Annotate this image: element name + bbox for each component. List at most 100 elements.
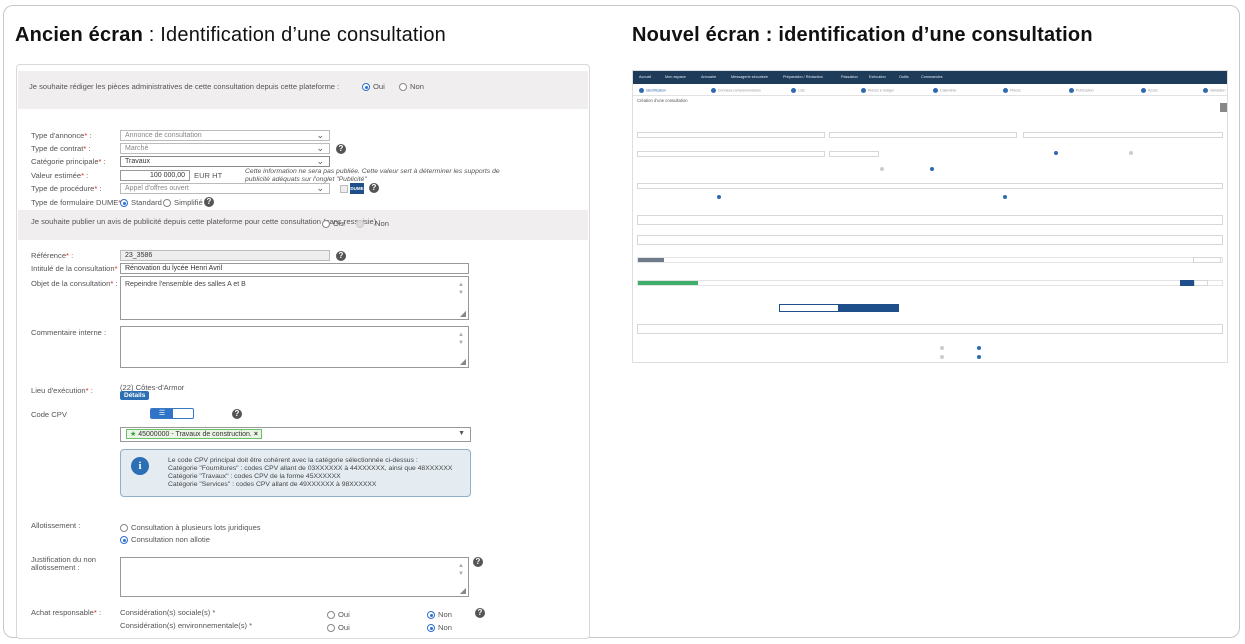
new-radio[interactable] [880,167,884,171]
help-icon[interactable]: ? [232,409,242,419]
valeur-unit: EUR HT [194,171,223,180]
new-input[interactable] [829,151,879,157]
side-collapse-icon[interactable] [1220,103,1227,112]
categorie-select[interactable]: Travaux ⌄ [120,156,330,167]
new-input[interactable] [637,151,825,157]
dropdown-triangle-icon: ▼ [458,430,465,437]
cpv-chip[interactable]: ★ 45000000 - Travaux de construction. × [126,429,262,439]
dume-checkbox[interactable] [340,185,348,193]
nav-item[interactable]: Annuaire [701,75,716,79]
new-radio[interactable] [940,346,944,350]
chevron-down-icon: ⌄ [316,143,324,153]
radio-icon [120,536,128,544]
new-select[interactable] [1023,132,1223,138]
help-icon[interactable]: ? [336,251,346,261]
scroll-arrows-icon: ▲ ▼ [458,332,464,346]
allotissement-segment[interactable] [779,304,839,312]
step-item[interactable]: Données complémentaires [711,88,761,93]
help-icon[interactable]: ? [369,183,379,193]
new-textarea[interactable] [637,235,1223,245]
step-item[interactable]: Identification [639,88,666,93]
allot-plusieurs-lots-radio[interactable]: Consultation à plusieurs lots juridiques [120,523,261,532]
formulaire-simplifie-radio[interactable]: Simplifié [163,198,203,207]
env-oui-radio[interactable]: Oui [327,623,350,632]
intitule-input[interactable]: Rénovation du lycée Henri Avril [120,263,469,274]
allot-non-allotie-radio[interactable]: Consultation non allotie [120,535,210,544]
new-radio[interactable] [977,355,981,359]
nav-item[interactable]: Accueil [639,75,651,79]
details-button[interactable]: Détails [120,391,150,400]
top-nav-bar: Accueil Mon espace Annuaire Messagerie s… [633,71,1227,84]
cpv-view-toggle[interactable]: ☰▤ [150,408,194,419]
new-radio[interactable] [940,355,944,359]
new-select[interactable] [829,132,1017,138]
procedure-select[interactable]: Appel d'offres ouvert ⌄ [120,183,330,194]
formulaire-standard-radio[interactable]: Standard [120,198,162,207]
step-item[interactable]: Pièces à rédiger [861,88,894,93]
help-icon[interactable]: ? [204,197,214,207]
new-checkbox[interactable] [717,195,721,199]
type-annonce-select[interactable]: Annonce de consultation ⌄ [120,130,330,141]
cpv-info-box: i Le code CPV principal doit être cohére… [120,449,471,497]
publicite-oui-radio[interactable]: Oui [322,219,345,228]
new-screen-panel: Accueil Mon espace Annuaire Messagerie s… [632,70,1228,363]
new-screen-heading: Nouvel écran : identification d’une cons… [632,24,1093,46]
objet-textarea[interactable]: Repeindre l'ensemble des salles A et B ▲ ▼… [120,276,469,320]
procedure-label: Type de procédure* : [31,184,102,193]
step-item[interactable]: Pièces [1003,88,1021,93]
help-icon[interactable]: ? [473,557,483,567]
new-radio[interactable] [1054,151,1058,155]
nav-item[interactable]: Mon espace [665,75,686,79]
step-item[interactable]: Validation [1203,88,1226,93]
new-select[interactable] [637,132,825,138]
cpv-info-line: Catégorie "Services" : codes CPV allant … [168,481,377,488]
old-screen-heading: Ancien écran : Identification d’une cons… [15,24,446,46]
sociale-oui-radio[interactable]: Oui [327,610,350,619]
new-select[interactable] [637,257,1223,263]
chevron-down-icon: ⌄ [316,183,324,193]
nav-item[interactable]: Commandes [921,75,943,79]
help-icon[interactable]: ? [475,608,485,618]
env-non-radio[interactable]: Non [427,623,452,632]
nav-item[interactable]: Outils [899,75,909,79]
publicite-non-radio[interactable]: Non [356,219,389,228]
new-button[interactable] [1194,280,1208,286]
new-radio[interactable] [930,167,934,171]
step-item[interactable]: Accès [1141,88,1158,93]
justification-label-2: allotissement : [31,563,80,572]
radio-icon [356,220,364,228]
type-contrat-select[interactable]: Marché ⌄ [120,143,330,154]
resize-grip-icon: ◢ [459,586,466,595]
new-checkbox[interactable] [1003,195,1007,199]
reference-input[interactable]: 23_3586 [120,250,330,261]
nav-item[interactable]: Messagerie sécurisée [731,75,768,79]
sociale-non-radio[interactable]: Non [427,610,452,619]
commentaire-textarea[interactable]: ▲ ▼ ◢ [120,326,469,368]
justification-textarea[interactable]: ▲ ▼ ◢ [120,557,469,597]
new-textarea[interactable] [637,215,1223,225]
scroll-arrows-icon: ▲ ▼ [458,282,464,296]
step-item[interactable]: Publication [1069,88,1094,93]
new-button[interactable] [1180,280,1194,286]
objet-label: Objet de la consultation* : [31,279,118,288]
step-item[interactable]: Calendrier [933,88,957,93]
nav-item[interactable]: Exécution [869,75,886,79]
valeur-input[interactable]: 100 000,00 [120,170,190,181]
new-input[interactable] [637,183,1223,189]
nav-item[interactable]: Passation [841,75,858,79]
help-icon[interactable]: ? [336,144,346,154]
nav-item[interactable]: Préparation / Rédaction [783,75,823,79]
new-radio[interactable] [977,346,981,350]
step-item[interactable]: Lots [791,88,805,93]
new-textarea[interactable] [637,324,1223,334]
new-select[interactable] [637,280,1223,286]
redaction-oui-radio[interactable]: Oui [362,82,385,91]
resize-grip-icon: ◢ [459,357,466,366]
redaction-non-radio[interactable]: Non [399,82,424,91]
new-radio[interactable] [1129,151,1133,155]
radio-icon [427,611,435,619]
allotissement-segment[interactable] [839,304,899,312]
wizard-steps: Identification Données complémentaires L… [633,84,1227,96]
new-button[interactable] [1193,257,1221,263]
new-page-title: Création d'une consultation [637,98,688,103]
